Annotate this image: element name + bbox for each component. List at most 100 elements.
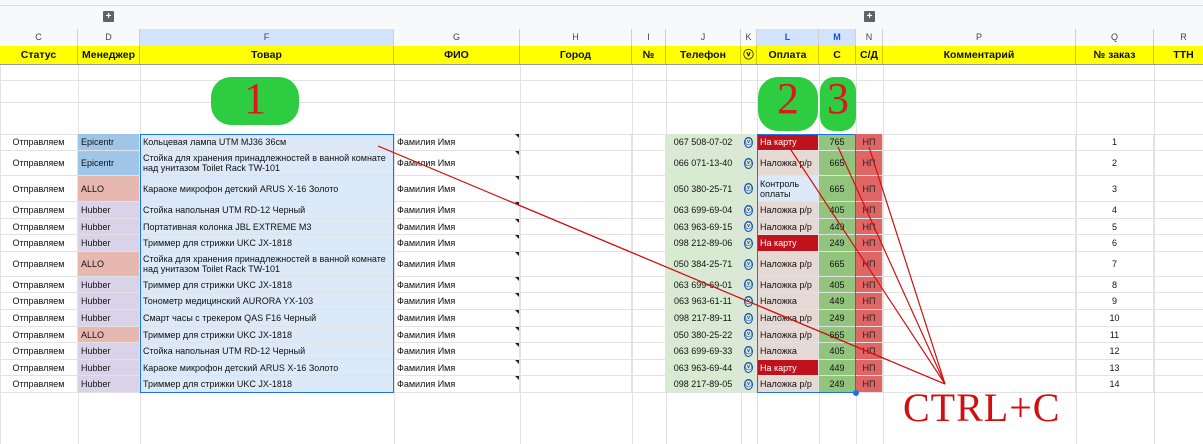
header-ttn[interactable]: ТТН	[1154, 46, 1203, 64]
sum-cell[interactable]: 665	[819, 151, 856, 176]
phone-cell[interactable]: 063 699-69-01	[666, 277, 741, 293]
number-cell[interactable]	[632, 252, 666, 277]
comment-cell[interactable]	[883, 134, 1076, 151]
product-cell[interactable]: Триммер для стрижки UKC JX-1818	[140, 277, 394, 293]
viber-icon[interactable]: ⓥ	[744, 136, 753, 148]
order-number-cell[interactable]: 10	[1076, 310, 1154, 327]
header-sum[interactable]: С	[819, 46, 856, 64]
manager-cell[interactable]: Epicentr	[78, 134, 140, 151]
phone-cell[interactable]: 063 963-69-15	[666, 219, 741, 235]
order-number-cell[interactable]: 9	[1076, 293, 1154, 310]
manager-cell[interactable]: Hubber	[78, 235, 140, 252]
header-payment[interactable]: Оплата	[757, 46, 819, 64]
column-letter-r[interactable]: R	[1154, 29, 1203, 46]
product-cell[interactable]: Караоке микрофон детский ARUS X-16 Золот…	[140, 360, 394, 376]
product-cell[interactable]: Смарт часы с трекером QAS F16 Черный	[140, 310, 394, 327]
status-cell[interactable]: Отправляем	[0, 376, 78, 393]
order-number-cell[interactable]: 7	[1076, 252, 1154, 277]
header-manager[interactable]: Менеджер	[78, 46, 140, 64]
city-cell[interactable]	[520, 360, 632, 376]
city-cell[interactable]	[520, 277, 632, 293]
sum-cell[interactable]: 665	[819, 327, 856, 343]
header-status[interactable]: Статус	[0, 46, 78, 64]
viber-cell[interactable]: ⓥ	[741, 252, 757, 277]
comment-cell[interactable]	[883, 202, 1076, 219]
order-number-cell[interactable]: 6	[1076, 235, 1154, 252]
phone-cell[interactable]: 063 963-61-11	[666, 293, 741, 310]
column-letter-m[interactable]: M	[819, 29, 856, 46]
viber-cell[interactable]: ⓥ	[741, 176, 757, 202]
sum-cell[interactable]: 765	[819, 134, 856, 151]
viber-cell[interactable]: ⓥ	[741, 376, 757, 393]
viber-cell[interactable]: ⓥ	[741, 360, 757, 376]
header-comment[interactable]: Комментарий	[883, 46, 1076, 64]
column-letter-l[interactable]: L	[757, 29, 819, 46]
product-cell[interactable]: Кольцевая лампа UTM MJ36 36см	[140, 134, 394, 151]
order-number-cell[interactable]: 11	[1076, 327, 1154, 343]
column-letter-d[interactable]: D	[78, 29, 140, 46]
column-letter-c[interactable]: C	[0, 29, 78, 46]
delivery-cell[interactable]: НП	[856, 343, 883, 360]
payment-cell[interactable]: Наложка р/р	[757, 310, 819, 327]
viber-icon[interactable]: ⓥ	[744, 237, 753, 249]
viber-cell[interactable]: ⓥ	[741, 293, 757, 310]
product-cell[interactable]: Стойка для хранения принадлежностей в ва…	[140, 151, 394, 176]
status-cell[interactable]: Отправляем	[0, 343, 78, 360]
comment-cell[interactable]	[883, 219, 1076, 235]
delivery-cell[interactable]: НП	[856, 327, 883, 343]
ttn-cell[interactable]	[1154, 343, 1203, 360]
delivery-cell[interactable]: НП	[856, 360, 883, 376]
phone-cell[interactable]: 063 963-69-44	[666, 360, 741, 376]
phone-cell[interactable]: 063 699-69-04	[666, 202, 741, 219]
comment-cell[interactable]	[883, 252, 1076, 277]
manager-cell[interactable]: Hubber	[78, 360, 140, 376]
number-cell[interactable]	[632, 176, 666, 202]
column-letter-f[interactable]: F	[140, 29, 394, 46]
manager-cell[interactable]: Hubber	[78, 293, 140, 310]
status-cell[interactable]: Отправляем	[0, 235, 78, 252]
column-letter-g[interactable]: G	[394, 29, 520, 46]
header-sd[interactable]: С/Д	[856, 46, 883, 64]
ttn-cell[interactable]	[1154, 277, 1203, 293]
fio-cell[interactable]: Фамилия Имя	[394, 202, 520, 219]
fio-cell[interactable]: Фамилия Имя	[394, 293, 520, 310]
expand-group-icon[interactable]: +	[864, 11, 875, 22]
header-order[interactable]: № заказ	[1076, 46, 1154, 64]
product-cell[interactable]: Стойка напольная UTM RD-12 Черный	[140, 343, 394, 360]
city-cell[interactable]	[520, 176, 632, 202]
number-cell[interactable]	[632, 134, 666, 151]
status-cell[interactable]: Отправляем	[0, 134, 78, 151]
header-city[interactable]: Город	[520, 46, 632, 64]
phone-cell[interactable]: 098 217-89-11	[666, 310, 741, 327]
sum-cell[interactable]: 665	[819, 176, 856, 202]
city-cell[interactable]	[520, 219, 632, 235]
number-cell[interactable]	[632, 219, 666, 235]
number-cell[interactable]	[632, 202, 666, 219]
viber-icon[interactable]: ⓥ	[744, 329, 753, 340]
city-cell[interactable]	[520, 151, 632, 176]
fio-cell[interactable]: Фамилия Имя	[394, 376, 520, 393]
status-cell[interactable]: Отправляем	[0, 202, 78, 219]
sum-cell[interactable]: 405	[819, 343, 856, 360]
ttn-cell[interactable]	[1154, 134, 1203, 151]
fio-cell[interactable]: Фамилия Имя	[394, 327, 520, 343]
phone-cell[interactable]: 063 699-69-33	[666, 343, 741, 360]
viber-cell[interactable]: ⓥ	[741, 277, 757, 293]
sum-cell[interactable]: 405	[819, 277, 856, 293]
phone-cell[interactable]: 066 071-13-40	[666, 151, 741, 176]
header-product[interactable]: Товар	[140, 46, 394, 64]
delivery-cell[interactable]: НП	[856, 151, 883, 176]
viber-cell[interactable]: ⓥ	[741, 235, 757, 252]
viber-icon[interactable]: ⓥ	[744, 258, 753, 270]
order-number-cell[interactable]: 12	[1076, 343, 1154, 360]
product-cell[interactable]: Триммер для стрижки UKC JX-1818	[140, 235, 394, 252]
viber-cell[interactable]: ⓥ	[741, 310, 757, 327]
comment-cell[interactable]	[883, 235, 1076, 252]
comment-cell[interactable]	[883, 293, 1076, 310]
header-fio[interactable]: ФИО	[394, 46, 520, 64]
delivery-cell[interactable]: НП	[856, 219, 883, 235]
comment-cell[interactable]	[883, 151, 1076, 176]
city-cell[interactable]	[520, 134, 632, 151]
ttn-cell[interactable]	[1154, 293, 1203, 310]
payment-cell[interactable]: На карту	[757, 360, 819, 376]
